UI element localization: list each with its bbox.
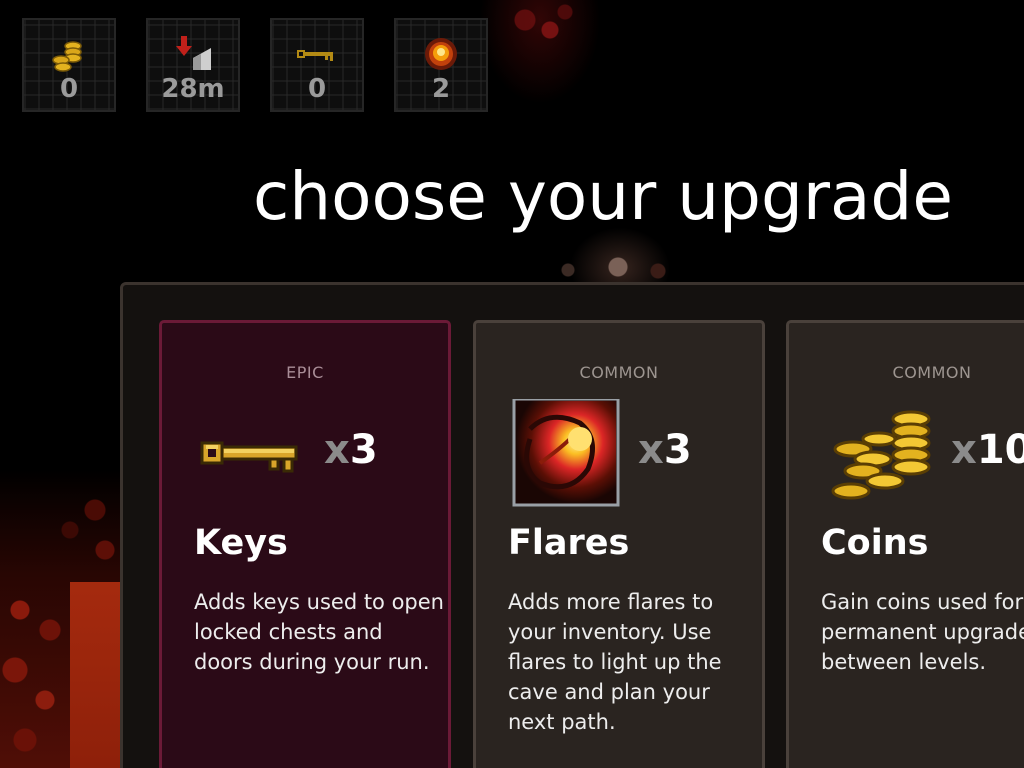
- card-description: Adds more flares to your inventory. Use …: [508, 590, 722, 734]
- hud-bar: 0 28m 0 2: [22, 18, 488, 112]
- flare-icon: [512, 399, 620, 507]
- multiplier-prefix: x: [638, 427, 664, 473]
- card-description: Adds keys used to open locked chests and…: [194, 590, 444, 674]
- depth-arrow-icon: [176, 36, 211, 70]
- multiplier-value: 3: [663, 427, 692, 473]
- upgrade-card-flares[interactable]: COMMON x3 Flares Adds more flares to you…: [473, 320, 765, 768]
- card-title: Flares: [508, 523, 630, 563]
- card-title: Coins: [821, 523, 929, 563]
- coins-count: 0: [59, 74, 79, 104]
- hud-coins: 0: [22, 18, 116, 112]
- multiplier-value: 3: [349, 427, 378, 473]
- hud-depth: 28m: [146, 18, 240, 112]
- upgrade-card-keys[interactable]: EPIC x3 Keys Adds keys used to open lock…: [159, 320, 451, 768]
- rarity-label: EPIC: [286, 363, 324, 382]
- multiplier-value: 10: [976, 427, 1024, 473]
- card-title: Keys: [194, 523, 288, 563]
- game-screen: 0 28m 0 2 choose your upgrade EPIC x3 Ke…: [0, 0, 1024, 768]
- lava-column: [70, 582, 122, 768]
- coins-icon: [831, 410, 931, 500]
- background-rocks: [548, 255, 688, 285]
- multiplier: x10: [951, 427, 1024, 473]
- coins-icon: [52, 41, 82, 72]
- flare-icon: [425, 38, 457, 70]
- rarity-label: COMMON: [892, 363, 972, 382]
- card-description: Gain coins used for permanent upgrades b…: [821, 590, 1024, 674]
- upgrade-card-coins[interactable]: COMMON x10 Coins Gain coins used for per…: [786, 320, 1024, 768]
- hud-flares: 2: [394, 18, 488, 112]
- key-icon: [200, 441, 298, 473]
- multiplier: x3: [324, 427, 378, 473]
- multiplier: x3: [638, 427, 692, 473]
- multiplier-prefix: x: [951, 427, 977, 473]
- depth-value: 28m: [161, 74, 225, 104]
- multiplier-prefix: x: [324, 427, 350, 473]
- page-title: choose your upgrade: [253, 158, 953, 235]
- keys-count: 0: [307, 74, 327, 104]
- background-embers: [495, 0, 605, 60]
- key-icon: [297, 50, 333, 61]
- flares-count: 2: [431, 74, 451, 104]
- rarity-label: COMMON: [579, 363, 659, 382]
- hud-keys: 0: [270, 18, 364, 112]
